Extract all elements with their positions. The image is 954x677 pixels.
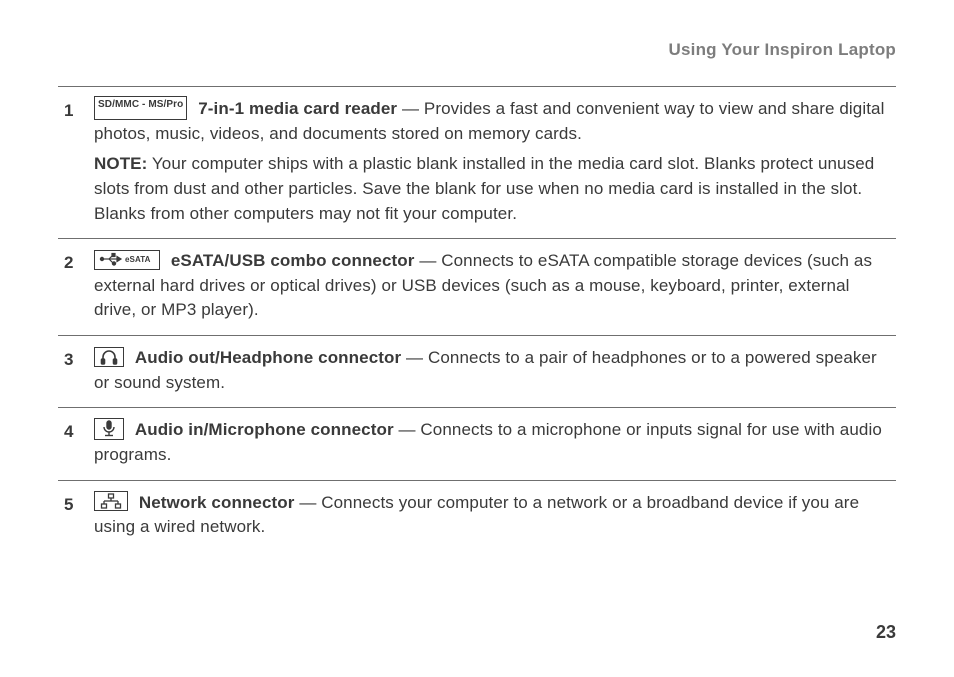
item-title: 7-in-1 media card reader xyxy=(198,99,397,118)
note-block: NOTE: Your computer ships with a plastic… xyxy=(94,152,896,226)
item-title: Audio in/Microphone connector xyxy=(135,420,394,439)
headphone-icon xyxy=(94,347,124,367)
esata-label: eSATA xyxy=(125,255,151,264)
list-item: 3 Audio out/Headphone connector — Connec… xyxy=(58,335,896,407)
esata-usb-icon: eSATA xyxy=(94,250,160,270)
item-number: 3 xyxy=(64,348,74,373)
item-number: 4 xyxy=(64,420,74,445)
item-number: 1 xyxy=(64,99,74,124)
list-item: 1 SD/MMC - MS/Pro 7-in-1 media card read… xyxy=(58,86,896,238)
item-title: Audio out/Headphone connector xyxy=(135,348,401,367)
microphone-icon xyxy=(94,418,124,440)
list-item: 2 eSATA eSATA/USB combo connector — Conn… xyxy=(58,238,896,335)
media-card-icon: SD/MMC - MS/Pro xyxy=(94,96,187,120)
list-item: 4 Audio in/Microphone connector — Connec… xyxy=(58,407,896,479)
item-title: Network connector xyxy=(139,493,295,512)
item-title: eSATA/USB combo connector xyxy=(171,251,415,270)
item-number: 5 xyxy=(64,493,74,518)
manual-page: Using Your Inspiron Laptop 1 SD/MMC - MS… xyxy=(0,0,954,677)
running-header: Using Your Inspiron Laptop xyxy=(58,40,896,60)
note-label: NOTE: xyxy=(94,154,147,173)
network-icon xyxy=(94,491,128,511)
list-item: 5 Network connector — Connects your comp… xyxy=(58,480,896,552)
note-text: Your computer ships with a plastic blank… xyxy=(94,154,874,222)
page-number: 23 xyxy=(876,622,896,643)
item-number: 2 xyxy=(64,251,74,276)
